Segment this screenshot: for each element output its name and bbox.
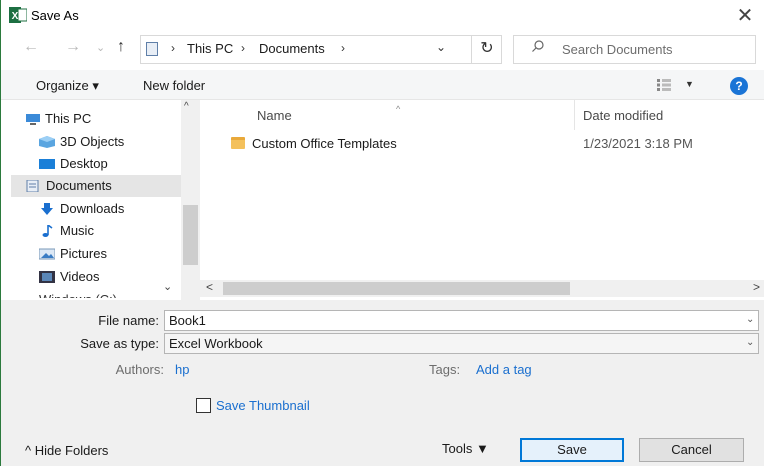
forward-button[interactable]: → <box>65 38 81 56</box>
save-thumbnail-label[interactable]: Save Thumbnail <box>216 398 310 413</box>
recent-locations-button[interactable]: ⌄ <box>96 41 105 54</box>
desktop-icon <box>39 159 55 169</box>
file-name-field[interactable] <box>164 310 759 331</box>
scrollbar-thumb[interactable] <box>183 205 198 265</box>
sidebar-item-downloads[interactable]: Downloads <box>25 198 191 220</box>
music-icon <box>42 225 53 237</box>
command-bar <box>1 70 764 100</box>
sidebar-item-label: 3D Objects <box>60 134 125 149</box>
cancel-button[interactable]: Cancel <box>639 438 744 462</box>
file-name-dropdown-icon[interactable]: ⌄ <box>746 314 754 325</box>
title-bar <box>1 0 764 32</box>
search-input[interactable]: Search Documents <box>562 42 673 57</box>
dialog-title: Save As <box>31 8 79 23</box>
sidebar-item-pictures[interactable]: Pictures <box>25 243 191 265</box>
file-row-name[interactable]: Custom Office Templates <box>252 136 397 151</box>
hide-folders-button[interactable]: ^ Hide Folders <box>25 443 108 458</box>
scroll-left-button[interactable]: < <box>206 280 213 294</box>
tools-button[interactable]: Tools ▼ <box>442 441 489 456</box>
up-button[interactable]: ↑ <box>117 38 125 56</box>
sidebar-item-label: Pictures <box>60 246 107 261</box>
save-as-dialog: X Save As ✕ ← → ⌄ ↑ › This PC › Document… <box>0 0 764 466</box>
file-row-date: 1/23/2021 3:18 PM <box>583 136 693 151</box>
svg-text:X: X <box>12 11 19 22</box>
download-icon <box>41 203 53 215</box>
pictures-icon <box>39 248 55 260</box>
tags-label: Tags: <box>429 362 461 377</box>
sidebar-item-label: Documents <box>46 178 112 193</box>
breadcrumb-separator[interactable]: › <box>241 41 245 55</box>
column-header-name[interactable]: Name <box>257 108 292 123</box>
sidebar-item-3d-objects[interactable]: 3D Objects <box>25 131 191 153</box>
authors-label: Authors: <box>115 362 164 377</box>
new-folder-button[interactable]: New folder <box>143 78 205 93</box>
sort-indicator-icon: ^ <box>396 104 401 114</box>
save-as-type-value: Excel Workbook <box>169 336 263 351</box>
sidebar-item-windows-c[interactable]: Windows (C:) <box>39 292 159 298</box>
save-button[interactable]: Save <box>520 438 624 462</box>
column-header-date-modified[interactable]: Date modified <box>583 108 663 123</box>
sidebar-item-label: Downloads <box>60 201 125 216</box>
breadcrumb-documents[interactable]: Documents <box>259 41 325 56</box>
breadcrumb-separator[interactable]: › <box>171 41 175 55</box>
breadcrumb-separator[interactable]: › <box>341 41 345 55</box>
sidebar-item-label: Videos <box>60 269 100 284</box>
sidebar-item-music[interactable]: Music <box>25 220 191 242</box>
navigation-pane-scrollbar[interactable] <box>181 100 200 300</box>
sidebar-item-documents[interactable]: Documents <box>11 175 191 197</box>
pc-icon <box>26 114 40 125</box>
sidebar-item-label: Music <box>60 223 94 238</box>
folder-icon <box>231 137 245 149</box>
save-thumbnail-checkbox[interactable] <box>196 398 211 413</box>
refresh-button[interactable]: ↻ <box>471 35 502 64</box>
excel-icon: X <box>9 7 27 23</box>
documents-icon <box>146 42 158 56</box>
navigation-pane[interactable]: This PC 3D Objects Desktop Documents Dow… <box>11 100 201 300</box>
documents-icon <box>26 180 39 192</box>
sidebar-item-this-pc[interactable]: This PC <box>15 108 181 130</box>
add-tag-link[interactable]: Add a tag <box>476 362 532 377</box>
help-button[interactable]: ? <box>730 77 748 95</box>
view-options-icon[interactable] <box>657 79 671 91</box>
sidebar-item-label: This PC <box>45 111 92 126</box>
search-icon <box>532 40 544 52</box>
videos-icon <box>39 271 55 283</box>
sidebar-item-label: Desktop <box>60 156 108 171</box>
save-as-type-label: Save as type: <box>80 336 159 351</box>
authors-value[interactable]: hp <box>175 362 189 377</box>
file-name-value: Book1 <box>169 313 206 328</box>
scroll-right-button[interactable]: > <box>753 280 760 294</box>
sidebar-item-desktop[interactable]: Desktop <box>25 153 191 175</box>
organize-button[interactable]: Organize ▾ <box>36 78 99 94</box>
close-button[interactable]: ✕ <box>731 3 759 29</box>
breadcrumb-this-pc[interactable]: This PC <box>187 41 233 56</box>
cube-icon <box>39 136 55 148</box>
file-name-label: File name: <box>98 313 159 328</box>
save-as-type-dropdown-icon[interactable]: ⌄ <box>746 337 754 348</box>
address-dropdown-icon[interactable]: ⌄ <box>436 40 446 54</box>
scroll-down-button[interactable]: ⌄ <box>163 280 172 293</box>
view-dropdown-button[interactable]: ▼ <box>685 79 694 89</box>
hscroll-thumb[interactable] <box>223 282 570 295</box>
column-divider[interactable] <box>574 100 575 130</box>
scroll-up-button[interactable]: ^ <box>184 101 189 112</box>
back-button[interactable]: ← <box>23 38 39 56</box>
